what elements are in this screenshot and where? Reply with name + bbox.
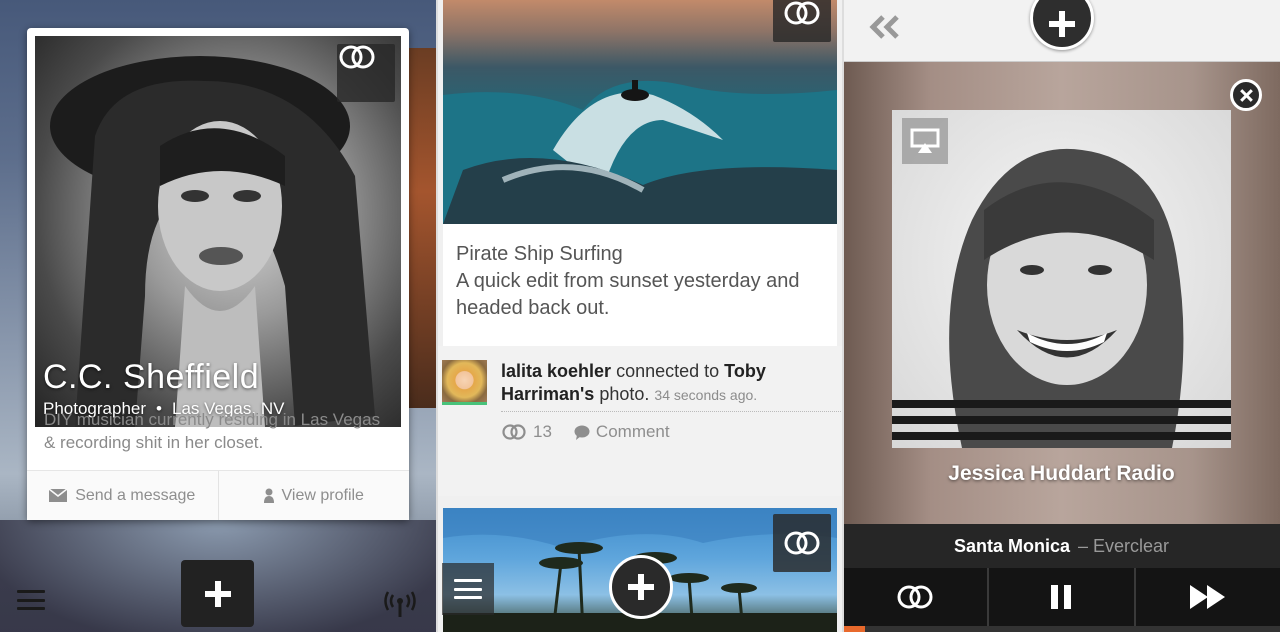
profile-actions: Send a message View profile [27,470,409,520]
panel-divider [842,0,844,632]
progress-fill [843,626,865,632]
plus-icon [628,574,654,600]
broadcast-button[interactable] [384,590,416,623]
connect-rings-icon [502,424,526,440]
feed-screen: Pirate Ship Surfing A quick edit from su… [437,0,843,632]
menu-line [17,607,45,610]
back-button[interactable] [867,14,903,45]
connect-button[interactable] [337,44,395,102]
app-screens: C.C. Sheffield Photographer • Las Vegas,… [0,0,1280,632]
comment-button[interactable]: Comment [574,422,670,442]
activity-action: connected to [616,361,720,381]
airplay-icon [910,128,940,153]
pause-icon [1051,585,1072,609]
station-title: Jessica Huddart Radio [948,462,1175,485]
progress-bar[interactable] [843,626,1280,632]
player-controls [843,568,1280,626]
add-button[interactable] [1030,0,1094,50]
connect-button[interactable] [773,514,831,572]
connect-button[interactable] [773,0,831,42]
profile-screen: C.C. Sheffield Photographer • Las Vegas,… [0,0,437,632]
speech-bubble-icon [574,425,590,440]
comment-label: Comment [595,422,670,441]
top-bar [843,0,1280,62]
profile-bio: DIY musician currently residing in Las V… [44,410,381,452]
track-artist: – Everclear [1077,535,1170,556]
connections-count[interactable]: 13 [501,422,552,442]
plus-icon [204,580,231,607]
profile-photo[interactable]: C.C. Sheffield Photographer • Las Vegas,… [35,36,401,427]
menu-line [454,596,482,599]
close-button[interactable] [1230,79,1262,111]
activity-object: photo. [599,384,650,404]
broadcast-icon [384,591,416,617]
connections-count-label: 13 [533,422,552,441]
profile-name: C.C. Sheffield [43,358,260,396]
divider [501,411,843,412]
person-icon [263,488,274,503]
add-button[interactable] [609,555,673,619]
pause-button[interactable] [987,568,1134,626]
track-title: Santa Monica [953,535,1070,556]
post-card: Pirate Ship Surfing A quick edit from su… [443,224,837,346]
menu-line [17,590,45,593]
connect-rings-icon [784,531,820,555]
fast-forward-icon [1189,585,1225,609]
post-body: A quick edit from sunset yesterday and h… [456,270,800,319]
menu-button[interactable] [442,563,494,615]
send-message-label: Send a message [75,486,196,504]
player-screen: Jessica Huddart Radio Santa Monica – Eve… [843,0,1280,632]
plus-icon [1049,11,1075,37]
menu-line [17,598,45,602]
view-profile-label: View profile [281,486,364,504]
profile-card: C.C. Sheffield Photographer • Las Vegas,… [27,28,409,520]
user-avatar[interactable] [442,360,487,405]
activity-item: lalita koehler connected to Toby Harrima… [437,346,843,496]
menu-icon [452,575,484,603]
menu-button[interactable] [15,586,47,614]
post-text: Pirate Ship Surfing A quick edit from su… [456,241,836,322]
connect-rings-icon [897,585,933,609]
send-message-button[interactable]: Send a message [27,471,218,520]
post-title: Pirate Ship Surfing [456,243,623,265]
menu-line [454,579,482,582]
envelope-icon [49,489,68,502]
activity-text: lalita koehler connected to Toby Harrima… [501,360,831,407]
menu-line [454,587,482,591]
connect-rings-icon [339,45,375,69]
surf-photo[interactable] [443,0,837,224]
activity-time: 34 seconds ago. [654,387,758,403]
activity-user[interactable]: lalita koehler [501,361,611,381]
activity-stats: 13 Comment [501,422,670,442]
connect-rings-icon [784,1,820,25]
connect-button[interactable] [843,568,988,626]
add-button[interactable] [181,560,254,627]
skip-button[interactable] [1133,568,1280,626]
view-profile-button[interactable]: View profile [217,471,410,520]
double-chevron-left-icon [869,15,899,39]
airplay-button[interactable] [902,118,948,164]
now-playing-bar: Santa Monica – Everclear [843,524,1280,568]
panel-divider [436,0,438,632]
